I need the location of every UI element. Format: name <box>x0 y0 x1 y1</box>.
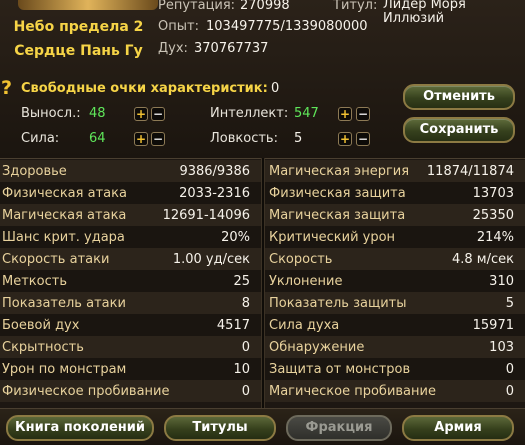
stat-label: Показатель защиты <box>269 296 407 311</box>
free-points-label: Свободные очки характеристик: <box>21 81 268 96</box>
stat-value: 12691-14096 <box>162 208 250 223</box>
intellect-plus-button[interactable]: + <box>338 107 352 121</box>
stat-label: Магическая энергия <box>269 164 410 179</box>
character-name: Небо предела 2 <box>13 19 144 35</box>
endurance-label: Выносл.: <box>21 106 81 121</box>
stat-value: 11874/11874 <box>426 164 514 179</box>
stat-label: Скорость атаки <box>2 252 110 267</box>
stat-value: 25350 <box>472 208 514 223</box>
stat-label: Боевой дух <box>2 318 80 333</box>
stat-label: Физическая защита <box>269 186 406 201</box>
stat-label: Шанс крит. удара <box>2 230 125 245</box>
intellect-label: Интеллект: <box>210 106 289 121</box>
stat-value: 4517 <box>216 318 250 333</box>
stat-label: Уклонение <box>269 274 343 289</box>
stat-label: Урон по монстрам <box>2 362 127 377</box>
stat-label: Сила духа <box>269 318 340 333</box>
save-button[interactable]: Сохранить <box>403 117 515 143</box>
character-info-panel: Небо предела 2 Сердце Пань Гу Репутация:… <box>0 0 525 158</box>
generations-book-button[interactable]: Книга поколений <box>6 415 154 441</box>
strength-plus-button[interactable]: + <box>134 132 148 146</box>
stat-value: 9386/9386 <box>179 164 250 179</box>
stat-value: 25 <box>233 274 250 289</box>
intellect-value: 547 <box>294 106 319 121</box>
stat-label: Скрытность <box>2 340 84 355</box>
faction-button[interactable]: Фракция <box>286 415 392 441</box>
stat-value: 1.00 уд/сек <box>172 252 250 267</box>
stat-value: 8 <box>241 296 250 311</box>
stat-value: 5 <box>505 296 514 311</box>
guild-name: Сердце Пань Гу <box>14 43 143 59</box>
question-icon[interactable]: ? <box>1 78 16 98</box>
stat-value: 0 <box>505 362 514 377</box>
stat-value: 20% <box>221 230 250 245</box>
experience-value: 103497775/1339080000 <box>206 19 368 34</box>
stat-label: Магическая защита <box>269 208 406 223</box>
cancel-button[interactable]: Отменить <box>403 84 515 110</box>
strength-label: Сила: <box>21 131 60 146</box>
stat-label: Защита от монстров <box>269 362 411 377</box>
experience-label: Опыт: <box>158 19 199 34</box>
stat-label: Скорость <box>269 252 333 267</box>
stat-label: Критический урон <box>269 230 396 245</box>
stat-value: 13703 <box>472 186 514 201</box>
titles-button[interactable]: Титулы <box>164 415 276 441</box>
bottom-tab-bar: Книга поколений Титулы Фракция Армия <box>0 408 525 445</box>
stat-label: Меткость <box>2 274 67 289</box>
strength-minus-button[interactable]: − <box>151 132 165 146</box>
agility-plus-button[interactable]: + <box>338 132 352 146</box>
endurance-value: 48 <box>89 106 106 121</box>
column-divider <box>261 158 265 408</box>
agility-value: 5 <box>294 131 303 146</box>
stat-value: 15971 <box>472 318 514 333</box>
stat-value: 310 <box>489 274 514 289</box>
title-value: Лидер Моря Иллюзий <box>383 0 466 26</box>
endurance-minus-button[interactable]: − <box>151 107 165 121</box>
agility-minus-button[interactable]: − <box>356 132 370 146</box>
spirit-label: Дух: <box>158 41 188 56</box>
stat-value: 0 <box>505 384 514 399</box>
stat-label: Физическое пробивание <box>2 384 170 399</box>
stat-label: Магическое пробивание <box>269 384 436 399</box>
stat-label: Обнаружение <box>269 340 365 355</box>
agility-label: Ловкость: <box>210 131 278 146</box>
stat-value: 103 <box>489 340 514 355</box>
stat-label: Показатель атаки <box>2 296 126 311</box>
reputation-label: Репутация: <box>158 0 236 13</box>
stat-value: 4.8 м/сек <box>452 252 514 267</box>
intellect-minus-button[interactable]: − <box>356 107 370 121</box>
title-label: Титул: <box>333 0 378 13</box>
stat-label: Магическая атака <box>2 208 127 223</box>
reputation-value: 270998 <box>240 0 290 13</box>
rank-emblem <box>18 0 158 10</box>
stat-label: Физическая атака <box>2 186 127 201</box>
stat-value: 214% <box>476 230 514 245</box>
army-button[interactable]: Армия <box>402 415 514 441</box>
stat-label: Здоровье <box>2 164 67 179</box>
stat-value: 0 <box>241 340 250 355</box>
stat-value: 0 <box>241 384 250 399</box>
stat-value: 2033-2316 <box>179 186 250 201</box>
endurance-plus-button[interactable]: + <box>134 107 148 121</box>
strength-value: 64 <box>89 131 106 146</box>
free-points-value: 0 <box>271 81 280 96</box>
stat-value: 10 <box>233 362 250 377</box>
spirit-value: 370767737 <box>194 41 269 56</box>
